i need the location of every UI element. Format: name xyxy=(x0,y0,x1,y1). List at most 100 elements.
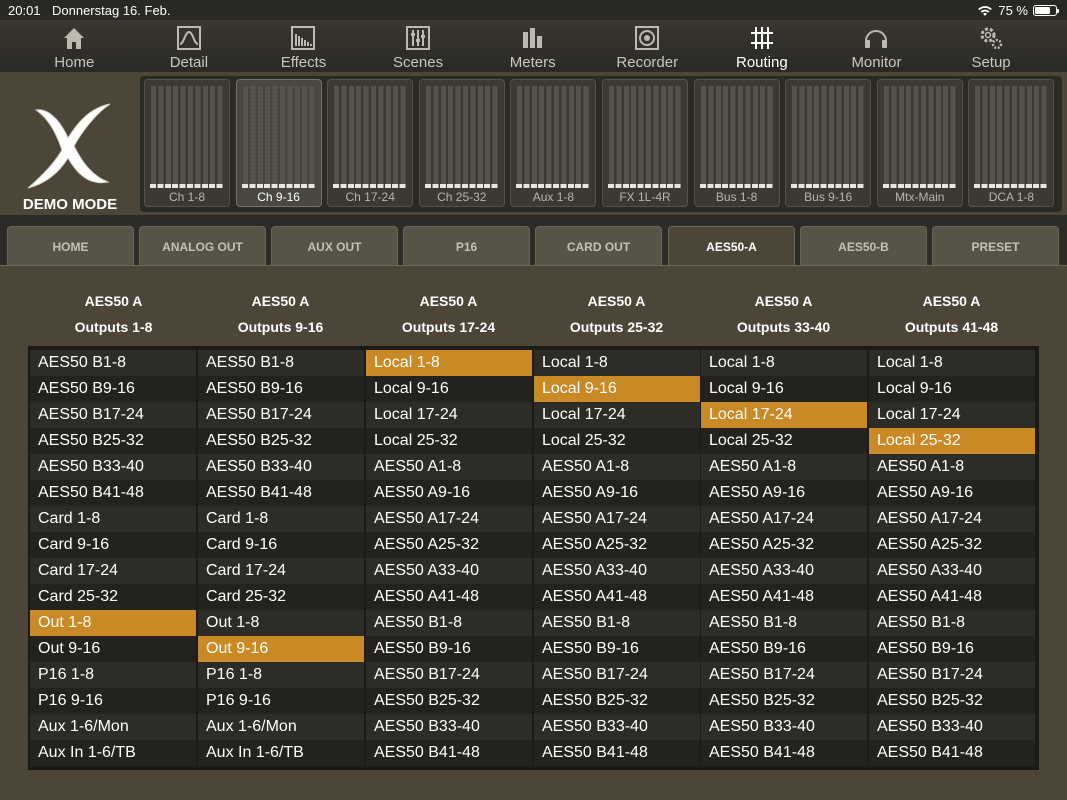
source-option[interactable]: AES50 B9-16 xyxy=(198,376,364,402)
source-option[interactable]: AES50 B25-32 xyxy=(366,688,532,714)
source-option[interactable]: AES50 B1-8 xyxy=(30,350,196,376)
strip-dca-1-8[interactable]: DCA 1-8 xyxy=(968,79,1055,207)
strip-bus-9-16[interactable]: Bus 9-16 xyxy=(785,79,872,207)
tab-home[interactable]: HOME xyxy=(7,226,134,267)
source-option[interactable]: AES50 A25-32 xyxy=(534,532,700,558)
source-option-selected[interactable]: Local 17-24 xyxy=(701,402,867,428)
strip-ch-9-16[interactable]: Ch 9-16 xyxy=(235,79,322,207)
source-option[interactable]: AES50 A33-40 xyxy=(366,558,532,584)
source-option[interactable]: AES50 A9-16 xyxy=(366,480,532,506)
nav-routing[interactable]: Routing xyxy=(705,20,820,72)
source-option[interactable]: AES50 B9-16 xyxy=(30,376,196,402)
source-option[interactable]: AES50 B33-40 xyxy=(869,714,1035,740)
source-option[interactable]: Out 1-8 xyxy=(198,610,364,636)
source-option[interactable]: Card 9-16 xyxy=(30,532,196,558)
source-option[interactable]: AES50 B41-48 xyxy=(869,740,1035,766)
source-option[interactable]: AES50 B1-8 xyxy=(869,610,1035,636)
strip-ch-1-8[interactable]: Ch 1-8 xyxy=(144,79,230,207)
source-option[interactable]: AES50 A41-48 xyxy=(366,584,532,610)
source-option[interactable]: AES50 B17-24 xyxy=(30,402,196,428)
source-option[interactable]: Out 9-16 xyxy=(30,636,196,662)
source-option[interactable]: AES50 A33-40 xyxy=(534,558,700,584)
source-option[interactable]: Aux 1-6/Mon xyxy=(30,714,196,740)
source-option[interactable]: AES50 A17-24 xyxy=(869,506,1035,532)
source-option[interactable]: AES50 B17-24 xyxy=(198,402,364,428)
source-option[interactable]: AES50 A9-16 xyxy=(701,480,867,506)
nav-setup[interactable]: Setup xyxy=(934,20,1049,72)
tab-aux-out[interactable]: AUX OUT xyxy=(271,226,398,267)
source-option[interactable]: AES50 B41-48 xyxy=(534,740,700,766)
source-option[interactable]: AES50 B1-8 xyxy=(534,610,700,636)
source-option[interactable]: AES50 B25-32 xyxy=(30,428,196,454)
source-option[interactable]: AES50 A41-48 xyxy=(534,584,700,610)
tab-card-out[interactable]: CARD OUT xyxy=(535,226,662,267)
source-option-selected[interactable]: Out 1-8 xyxy=(30,610,196,636)
source-option[interactable]: AES50 A17-24 xyxy=(534,506,700,532)
source-option[interactable]: Local 25-32 xyxy=(534,428,700,454)
source-option[interactable]: P16 9-16 xyxy=(30,688,196,714)
source-option[interactable]: Card 25-32 xyxy=(198,584,364,610)
tab-p16[interactable]: P16 xyxy=(403,226,530,267)
source-option[interactable]: Card 1-8 xyxy=(30,506,196,532)
source-option[interactable]: P16 1-8 xyxy=(30,662,196,688)
source-option[interactable]: AES50 B9-16 xyxy=(366,636,532,662)
source-option-selected[interactable]: Local 25-32 xyxy=(869,428,1035,454)
source-option[interactable]: P16 1-8 xyxy=(198,662,364,688)
nav-meters[interactable]: Meters xyxy=(475,20,590,72)
source-option-selected[interactable]: Local 9-16 xyxy=(534,376,700,402)
source-option[interactable]: AES50 B41-48 xyxy=(366,740,532,766)
strip-aux-1-8[interactable]: Aux 1-8 xyxy=(510,79,597,207)
source-option[interactable]: AES50 B33-40 xyxy=(534,714,700,740)
nav-scenes[interactable]: Scenes xyxy=(361,20,476,72)
source-option[interactable]: AES50 B1-8 xyxy=(701,610,867,636)
source-option[interactable]: AES50 A1-8 xyxy=(869,454,1035,480)
source-option[interactable]: Local 9-16 xyxy=(701,376,867,402)
strip-ch-25-32[interactable]: Ch 25-32 xyxy=(418,79,505,207)
source-option[interactable]: Local 1-8 xyxy=(534,350,700,376)
source-option[interactable]: AES50 B33-40 xyxy=(701,714,867,740)
nav-detail[interactable]: Detail xyxy=(132,20,247,72)
strip-bus-1-8[interactable]: Bus 1-8 xyxy=(693,79,780,207)
source-option[interactable]: AES50 B41-48 xyxy=(30,480,196,506)
source-option[interactable]: AES50 A1-8 xyxy=(701,454,867,480)
source-option[interactable]: Local 1-8 xyxy=(869,350,1035,376)
source-option[interactable]: AES50 B33-40 xyxy=(30,454,196,480)
source-option[interactable]: AES50 A1-8 xyxy=(366,454,532,480)
source-option[interactable]: Aux 1-6/Mon xyxy=(198,714,364,740)
source-option[interactable]: Card 17-24 xyxy=(30,558,196,584)
source-option[interactable]: P16 9-16 xyxy=(198,688,364,714)
source-option[interactable]: AES50 B17-24 xyxy=(869,662,1035,688)
source-option-selected[interactable]: Local 1-8 xyxy=(366,350,532,376)
source-option[interactable]: AES50 B17-24 xyxy=(701,662,867,688)
source-option[interactable]: Local 9-16 xyxy=(366,376,532,402)
source-option[interactable]: AES50 A9-16 xyxy=(869,480,1035,506)
source-option[interactable]: Card 25-32 xyxy=(30,584,196,610)
source-option[interactable]: Card 9-16 xyxy=(198,532,364,558)
source-option-selected[interactable]: Out 9-16 xyxy=(198,636,364,662)
source-option[interactable]: AES50 A25-32 xyxy=(701,532,867,558)
source-option[interactable]: Local 9-16 xyxy=(869,376,1035,402)
tab-analog-out[interactable]: ANALOG OUT xyxy=(139,226,266,267)
source-option[interactable]: Card 1-8 xyxy=(198,506,364,532)
nav-home[interactable]: Home xyxy=(17,20,132,72)
source-option[interactable]: Local 17-24 xyxy=(366,402,532,428)
source-option[interactable]: AES50 B9-16 xyxy=(534,636,700,662)
source-option[interactable]: AES50 B33-40 xyxy=(198,454,364,480)
source-option[interactable]: AES50 B41-48 xyxy=(198,480,364,506)
source-option[interactable]: AES50 B25-32 xyxy=(869,688,1035,714)
nav-effects[interactable]: Effects xyxy=(246,20,361,72)
strip-fx[interactable]: FX 1L-4R xyxy=(602,79,688,207)
source-option[interactable]: Local 17-24 xyxy=(534,402,700,428)
strip-ch-17-24[interactable]: Ch 17-24 xyxy=(327,79,414,207)
source-option[interactable]: AES50 B41-48 xyxy=(701,740,867,766)
source-option[interactable]: AES50 A1-8 xyxy=(534,454,700,480)
strip-mtx-main[interactable]: Mtx-Main xyxy=(876,79,963,207)
source-option[interactable]: Local 25-32 xyxy=(701,428,867,454)
source-option[interactable]: Aux In 1-6/TB xyxy=(30,740,196,766)
source-option[interactable]: AES50 A17-24 xyxy=(701,506,867,532)
source-option[interactable]: AES50 A33-40 xyxy=(701,558,867,584)
tab-aes50-b[interactable]: AES50-B xyxy=(800,226,927,267)
source-option[interactable]: AES50 B1-8 xyxy=(366,610,532,636)
source-option[interactable]: AES50 B1-8 xyxy=(198,350,364,376)
source-option[interactable]: AES50 B17-24 xyxy=(534,662,700,688)
